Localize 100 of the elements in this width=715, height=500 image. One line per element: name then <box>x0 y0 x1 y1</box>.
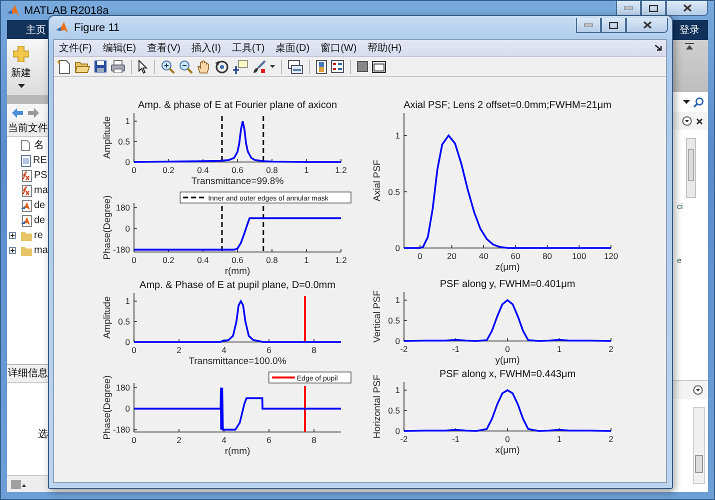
window-title: MATLAB R2018a <box>24 4 109 16</box>
tick-label: 2 <box>176 345 182 355</box>
tick-label: 20 <box>447 251 456 261</box>
axis-label: Axial PSF <box>372 160 383 202</box>
tick-label: 0 <box>505 434 510 444</box>
menu-item[interactable]: 工具(T) <box>232 41 265 55</box>
tick-label: 0 <box>132 255 136 265</box>
tick-label: 1 <box>395 130 400 140</box>
axis-label: x(μm) <box>495 445 520 456</box>
chart-title: PSF along x, FWHM=0.443μm <box>439 369 576 380</box>
file-item[interactable]: de <box>7 213 49 228</box>
window-title: Figure 11 <box>74 22 120 34</box>
tick-label: 60 <box>510 251 520 261</box>
axis-label: Transmittance=99.8% <box>191 176 284 187</box>
chart-title: Amp. & Phase of E at pupil plane, D=0.0mm <box>140 280 336 291</box>
tick-label: 0 <box>125 404 130 414</box>
tick-label: 0.2 <box>162 165 174 175</box>
tick-label: -1 <box>452 434 460 444</box>
tick-label: -180 <box>112 424 130 435</box>
menu-item[interactable]: 查看(V) <box>147 41 180 55</box>
panel-title: 当前文件 <box>7 121 49 137</box>
tick-label: 2 <box>608 344 614 354</box>
tick-label: 0.6 <box>232 255 244 265</box>
tick-label: 0 <box>132 165 136 175</box>
file-item[interactable]: de <box>7 198 49 213</box>
tick-label: 180 <box>116 382 130 393</box>
axis-label: r(mm) <box>224 446 250 457</box>
cut-text: e <box>677 256 682 265</box>
cut-text: ci <box>677 202 683 211</box>
menu-item[interactable]: 文件(F) <box>59 41 92 55</box>
axis-label: Phase(Degree) <box>102 375 113 440</box>
tick-label: 0.6 <box>232 165 244 175</box>
tick-label: 1 <box>125 296 130 306</box>
tick-label: 2 <box>176 435 182 445</box>
file-item[interactable]: re <box>7 228 49 243</box>
tick-label: 0.5 <box>388 186 400 197</box>
axis-label: Transmittance=100.0% <box>188 356 286 367</box>
tick-label: 1 <box>304 255 309 265</box>
file-item[interactable]: RE <box>7 153 49 168</box>
tick-label: 6 <box>266 345 272 355</box>
tick-label: 0 <box>125 157 130 167</box>
column-header[interactable]: 名 <box>34 138 44 152</box>
tick-label: 1 <box>395 295 400 306</box>
tick-label: 80 <box>542 251 552 261</box>
axis-label: Horizontal PSF <box>372 374 383 438</box>
tick-label: 1.2 <box>335 255 347 265</box>
chart-title: Amp. & phase of E at Fourier plane of axicon <box>138 100 337 111</box>
tick-label: 0.5 <box>118 136 130 147</box>
tick-label: 0.2 <box>162 255 174 265</box>
tick-label: 0 <box>395 243 400 253</box>
tick-label: 8 <box>312 435 316 445</box>
file-item[interactable]: ma <box>7 183 49 198</box>
tick-label: 100 <box>572 251 586 261</box>
tick-label: 0.5 <box>388 406 400 416</box>
tick-label: 1 <box>556 344 562 354</box>
tick-label: 0 <box>132 345 136 355</box>
axis-label: Amplitude <box>102 116 113 159</box>
file-item[interactable]: PS <box>7 168 49 183</box>
tick-label: -1 <box>452 344 460 354</box>
tick-label: 1 <box>125 116 130 126</box>
tick-label: 0.5 <box>118 316 130 327</box>
axis-label: Phase(Degree) <box>102 195 113 260</box>
tick-label: 0 <box>132 435 136 445</box>
axis-label: Amplitude <box>102 296 113 339</box>
tick-label: 8 <box>312 345 316 355</box>
tick-label: 4 <box>222 435 226 445</box>
menu-item[interactable]: 编辑(E) <box>102 41 136 55</box>
chart-title: Axial PSF; Lens 2 offset=0.0mm;FWHM=21μm <box>404 100 612 111</box>
tick-label: 40 <box>478 251 488 261</box>
tick-label: 4 <box>222 345 226 355</box>
tick-label: 0 <box>418 251 422 261</box>
tick-label: -180 <box>112 244 130 255</box>
axis-label: y(μm) <box>495 355 520 366</box>
tick-label: 0.4 <box>197 255 209 265</box>
tick-label: 0.8 <box>266 165 278 175</box>
axis-label: z(μm) <box>495 262 520 273</box>
tick-label: 1 <box>304 165 309 175</box>
tick-label: 0 <box>395 336 400 346</box>
tick-label: 0 <box>125 224 130 234</box>
tick-label: 0.8 <box>266 255 278 265</box>
tick-label: 2 <box>608 434 614 444</box>
menu-item[interactable]: 桌面(D) <box>276 41 310 55</box>
tick-label: -2 <box>400 344 408 354</box>
tick-label: 0 <box>505 344 510 354</box>
chart-title: PSF along y, FWHM=0.401μm <box>440 279 576 290</box>
tick-label: 1 <box>395 385 400 396</box>
menu-item[interactable]: 插入(I) <box>191 41 221 55</box>
tick-label: 6 <box>266 435 272 445</box>
menu-item[interactable]: 帮助(H) <box>368 41 402 55</box>
tick-label: 0.5 <box>388 316 400 326</box>
tick-label: 0 <box>125 337 130 347</box>
tick-label: 0 <box>395 426 400 436</box>
panel-title: 详细信息 <box>7 364 49 383</box>
axis-label: r(mm) <box>224 266 250 277</box>
menu-item[interactable]: 窗口(W) <box>320 41 357 55</box>
file-item[interactable]: ma <box>7 243 49 258</box>
axis-label: Vertical PSF <box>372 290 383 343</box>
tick-label: 1 <box>556 434 562 444</box>
tick-label: 0.4 <box>197 165 209 175</box>
tick-label: 120 <box>604 251 618 261</box>
